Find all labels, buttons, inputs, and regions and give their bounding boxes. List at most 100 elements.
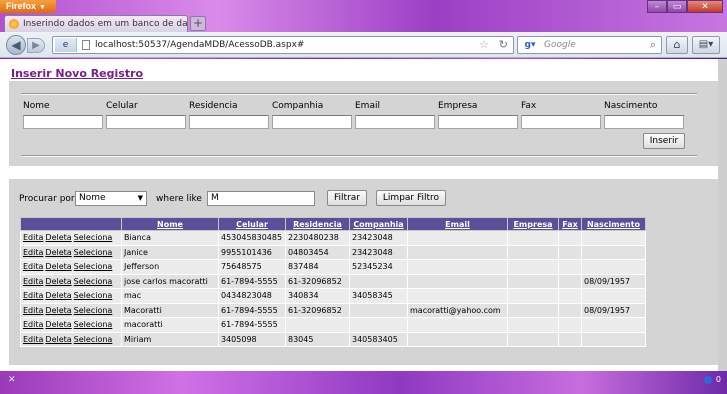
delete-link[interactable]: Deleta [45, 262, 71, 271]
home-button[interactable]: ⌂ [666, 36, 688, 54]
header-companhia[interactable]: Companhia [349, 217, 408, 231]
header-residencia[interactable]: Residencia [285, 217, 350, 231]
cell-companhia [349, 302, 408, 318]
select-link[interactable]: Seleciona [74, 233, 113, 242]
edit-link[interactable]: Edita [23, 306, 43, 315]
inserir-button[interactable]: Inserir [643, 133, 685, 149]
table-row: Edita Deleta Seleciona mac 0434823048 340834 3… [20, 288, 646, 304]
url-text[interactable]: localhost:50537/AgendaMDB/AcessoDB.aspx# [95, 37, 304, 53]
cell-fax [558, 230, 582, 246]
window-controls: – ▭ ✕ [647, 0, 723, 13]
cell-fax [558, 244, 582, 260]
row-actions: Edita Deleta Seleciona [20, 273, 122, 289]
page-icon [82, 40, 90, 50]
address-bar[interactable]: e localhost:50537/AgendaMDB/AcessoDB.asp… [52, 36, 514, 54]
table-row: Edita Deleta Seleciona Macoratti 61-7894-555… [20, 302, 646, 318]
tools-button[interactable]: ▤▾ [692, 36, 720, 54]
delete-link[interactable]: Deleta [45, 277, 71, 286]
cell-celular: 61-7894-5555 [218, 302, 286, 318]
addon-icon[interactable] [703, 375, 712, 384]
cell-companhia [349, 273, 408, 289]
nome-input[interactable] [23, 115, 103, 129]
cell-fax [558, 288, 582, 304]
search-box[interactable]: g▾ Google ⌕ [517, 36, 662, 54]
delete-link[interactable]: Deleta [45, 291, 71, 300]
companhia-input[interactable] [272, 115, 352, 129]
celular-input[interactable] [106, 115, 186, 129]
edit-link[interactable]: Edita [23, 233, 43, 242]
empresa-input[interactable] [438, 115, 518, 129]
edit-link[interactable]: Edita [23, 291, 43, 300]
residencia-input[interactable] [189, 115, 269, 129]
select-link[interactable]: Seleciona [74, 277, 113, 286]
filter-value-input[interactable]: M [207, 191, 315, 206]
cell-residencia: 83045 [285, 331, 350, 347]
cell-residencia: 340834 [285, 288, 350, 304]
limpar-filtro-button[interactable]: Limpar Filtro [376, 190, 446, 206]
cell-empresa [507, 230, 559, 246]
search-field-value: Nome [79, 193, 106, 203]
cell-fax [558, 331, 582, 347]
header-empresa[interactable]: Empresa [507, 217, 559, 231]
cell-companhia: 34058345 [349, 288, 408, 304]
cell-empresa [507, 259, 559, 275]
cell-fax [558, 273, 582, 289]
close-window-button[interactable]: ✕ [687, 0, 723, 13]
firefox-menu-button[interactable]: Firefox ▼ [0, 0, 56, 13]
page-title[interactable]: Inserir Novo Registro [11, 67, 143, 80]
cell-nome: jose carlos macoratti [121, 273, 219, 289]
cell-email [407, 244, 508, 260]
forward-button[interactable]: ▶ [27, 38, 45, 53]
header-nascimento[interactable]: Nascimento [581, 217, 646, 231]
cell-email [407, 288, 508, 304]
header-fax[interactable]: Fax [558, 217, 582, 231]
search-icon[interactable]: ⌕ [650, 37, 656, 53]
nascimento-input[interactable] [604, 115, 684, 129]
edit-link[interactable]: Edita [23, 335, 43, 344]
cell-celular: 3405098 [218, 331, 286, 347]
minimize-button[interactable]: – [647, 0, 667, 13]
select-link[interactable]: Seleciona [74, 320, 113, 329]
google-icon[interactable]: g▾ [520, 38, 540, 52]
cell-celular: 0434823048 [218, 288, 286, 304]
browser-tab[interactable]: Inserindo dados em um banco de dados... [4, 15, 188, 32]
edit-link[interactable]: Edita [23, 277, 43, 286]
email-input[interactable] [355, 115, 435, 129]
select-link[interactable]: Seleciona [74, 262, 113, 271]
chevron-down-icon: ▼ [39, 4, 46, 11]
maximize-button[interactable]: ▭ [667, 0, 687, 13]
delete-link[interactable]: Deleta [45, 248, 71, 257]
site-identity-icon[interactable]: e [55, 38, 77, 52]
edit-link[interactable]: Edita [23, 262, 43, 271]
header-email[interactable]: Email [407, 217, 508, 231]
delete-link[interactable]: Deleta [45, 233, 71, 242]
select-link[interactable]: Seleciona [74, 248, 113, 257]
page-scrollbar[interactable] [718, 59, 727, 371]
search-field-select[interactable]: Nome ▼ [75, 191, 147, 206]
fax-input[interactable] [521, 115, 601, 129]
filtrar-button[interactable]: Filtrar [327, 190, 367, 206]
select-link[interactable]: Seleciona [74, 335, 113, 344]
select-link[interactable]: Seleciona [74, 291, 113, 300]
delete-link[interactable]: Deleta [45, 335, 71, 344]
label-nascimento: Nascimento [604, 101, 658, 111]
cell-nome: macoratti [121, 317, 219, 333]
close-addon-bar-icon[interactable]: ✕ [8, 375, 16, 385]
chevron-down-icon: ▼ [137, 194, 143, 202]
header-celular[interactable]: Celular [218, 217, 286, 231]
bookmark-star-icon[interactable]: ☆ [479, 38, 489, 52]
back-button[interactable]: ◀ [6, 35, 26, 55]
cell-email [407, 273, 508, 289]
edit-link[interactable]: Edita [23, 320, 43, 329]
cell-nascimento [581, 259, 646, 275]
header-nome[interactable]: Nome [121, 217, 219, 231]
select-link[interactable]: Seleciona [74, 306, 113, 315]
procurar-label: Procurar por [19, 194, 75, 204]
delete-link[interactable]: Deleta [45, 320, 71, 329]
table-header-row: Nome Celular Residencia Companhia Email … [20, 217, 646, 231]
delete-link[interactable]: Deleta [45, 306, 71, 315]
new-tab-button[interactable]: + [190, 16, 206, 31]
edit-link[interactable]: Edita [23, 248, 43, 257]
reload-icon[interactable]: ↻ [499, 38, 508, 52]
cell-email: macoratti@yahoo.com [407, 302, 508, 318]
